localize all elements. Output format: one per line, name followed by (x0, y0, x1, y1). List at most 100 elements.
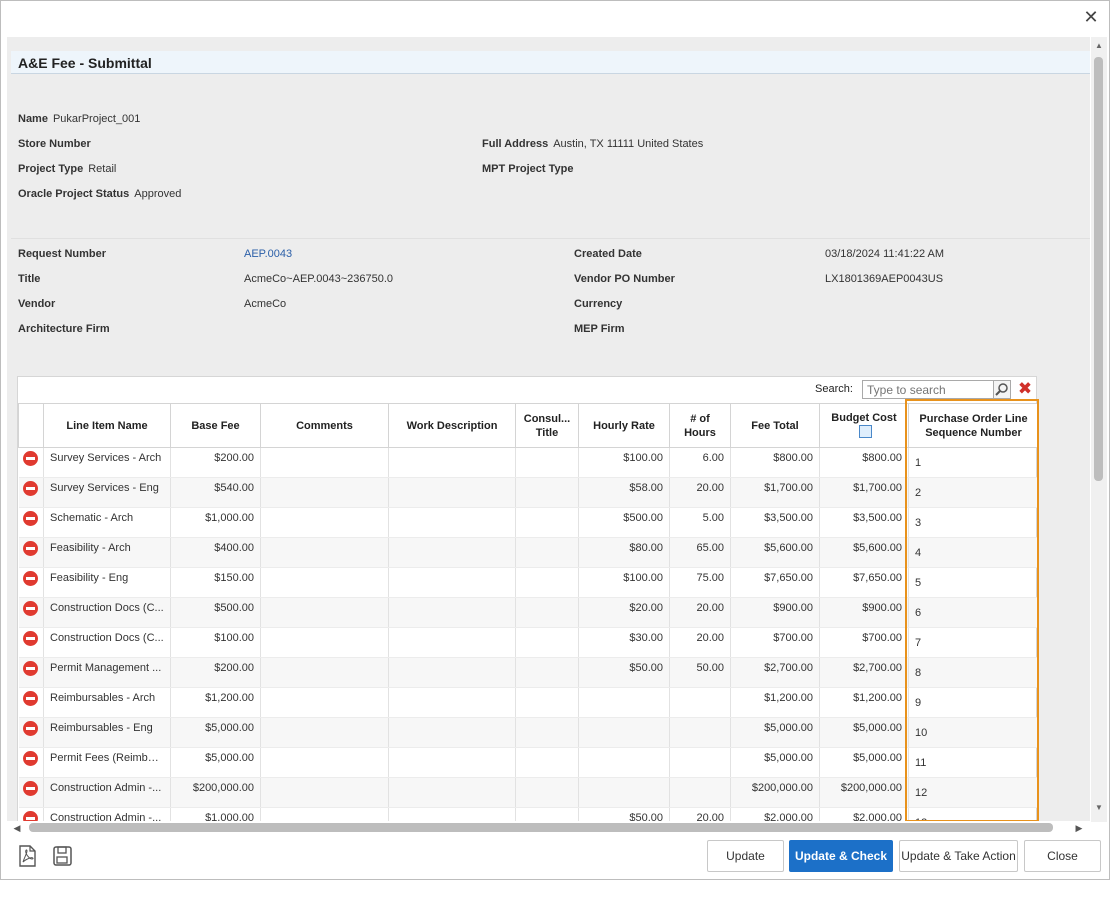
cell-budget-cost[interactable]: $1,700.00 (819, 477, 909, 508)
horizontal-scroll-thumb[interactable] (29, 823, 1053, 832)
header-po-line-sequence[interactable]: Purchase Order Line Sequence Number (908, 403, 1039, 448)
cell-base-fee[interactable]: $1,200.00 (170, 687, 261, 718)
cell-work-description[interactable] (388, 807, 516, 822)
cell-consultant-title[interactable] (515, 687, 579, 718)
remove-row-icon[interactable] (22, 571, 38, 586)
remove-row-icon[interactable] (22, 721, 38, 736)
cell-po-line-sequence[interactable]: 2 (908, 477, 1039, 508)
close-icon[interactable]: ✕ (1081, 7, 1101, 27)
cell-base-fee[interactable]: $200,000.00 (170, 777, 261, 808)
cell-hourly-rate[interactable]: $100.00 (578, 447, 670, 478)
cell-hours[interactable]: 20.00 (669, 597, 731, 628)
cell-comments[interactable] (260, 447, 389, 478)
cell-hours[interactable]: 20.00 (669, 627, 731, 658)
cell-po-line-sequence[interactable]: 8 (908, 657, 1039, 688)
table-row[interactable]: Reimbursables - Arch $1,200.00 $1,200.00 $1… (18, 687, 1039, 718)
cell-fee-total[interactable]: $1,700.00 (730, 477, 820, 508)
remove-row-icon[interactable] (22, 541, 38, 556)
cell-hourly-rate[interactable] (578, 687, 670, 718)
cell-work-description[interactable] (388, 507, 516, 538)
cell-budget-cost[interactable]: $700.00 (819, 627, 909, 658)
table-row[interactable]: Survey Services - Arch $200.00 $100.00 6.00… (18, 447, 1039, 478)
cell-hours[interactable]: 20.00 (669, 807, 731, 822)
table-row[interactable]: Schematic - Arch $1,000.00 $500.00 5.00 $3,5… (18, 507, 1039, 538)
cell-budget-cost[interactable]: $900.00 (819, 597, 909, 628)
search-input[interactable] (862, 380, 994, 399)
cell-line-item-name[interactable]: Reimbursables - Eng (43, 717, 171, 748)
cell-hours[interactable]: 6.00 (669, 447, 731, 478)
project-name-link[interactable]: PukarProject_001 (53, 113, 140, 125)
cell-line-item-name[interactable]: Permit Fees (Reimbur... (43, 747, 171, 778)
cell-consultant-title[interactable] (515, 537, 579, 568)
cell-work-description[interactable] (388, 687, 516, 718)
cell-fee-total[interactable]: $5,000.00 (730, 717, 820, 748)
cell-line-item-name[interactable]: Permit Management ... (43, 657, 171, 688)
cell-line-item-name[interactable]: Survey Services - Eng (43, 477, 171, 508)
cell-consultant-title[interactable] (515, 567, 579, 598)
cell-base-fee[interactable]: $1,000.00 (170, 507, 261, 538)
vertical-scroll-thumb[interactable] (1094, 57, 1103, 481)
cell-line-item-name[interactable]: Schematic - Arch (43, 507, 171, 538)
update-check-in-button[interactable]: Update & Check in (789, 840, 893, 893)
cell-hourly-rate[interactable]: $50.00 (578, 657, 670, 688)
cell-line-item-name[interactable]: Feasibility - Eng (43, 567, 171, 598)
cell-fee-total[interactable]: $5,000.00 (730, 747, 820, 778)
remove-row-icon[interactable] (22, 691, 38, 706)
cell-budget-cost[interactable]: $800.00 (819, 447, 909, 478)
cell-comments[interactable] (260, 687, 389, 718)
table-row[interactable]: Construction Admin -... $1,000.00 $50.00 20… (18, 807, 1039, 822)
scroll-up-icon[interactable]: ▲ (1094, 41, 1104, 51)
budget-cost-icon[interactable] (858, 425, 872, 438)
cell-hourly-rate[interactable]: $30.00 (578, 627, 670, 658)
cell-base-fee[interactable]: $540.00 (170, 477, 261, 508)
cell-comments[interactable] (260, 777, 389, 808)
cell-po-line-sequence[interactable]: 3 (908, 507, 1039, 538)
header-hourly-rate[interactable]: Hourly Rate (578, 403, 670, 448)
cell-po-line-sequence[interactable]: 11 (908, 747, 1039, 778)
cell-hourly-rate[interactable]: $100.00 (578, 567, 670, 598)
cell-fee-total[interactable]: $3,500.00 (730, 507, 820, 538)
cell-consultant-title[interactable] (515, 597, 579, 628)
vertical-scrollbar[interactable]: ▲ ▼ (1091, 37, 1107, 822)
cell-consultant-title[interactable] (515, 477, 579, 508)
cell-comments[interactable] (260, 477, 389, 508)
cell-budget-cost[interactable]: $200,000.00 (819, 777, 909, 808)
cell-hourly-rate[interactable] (578, 777, 670, 808)
cell-line-item-name[interactable]: Reimbursables - Arch (43, 687, 171, 718)
search-icon[interactable] (994, 380, 1011, 399)
update-button[interactable]: Update (707, 840, 784, 872)
cell-po-line-sequence[interactable]: 10 (908, 717, 1039, 748)
cell-hourly-rate[interactable]: $58.00 (578, 477, 670, 508)
cell-hours[interactable]: 65.00 (669, 537, 731, 568)
cell-comments[interactable] (260, 597, 389, 628)
cell-work-description[interactable] (388, 777, 516, 808)
cell-base-fee[interactable]: $5,000.00 (170, 717, 261, 748)
cell-po-line-sequence[interactable]: 7 (908, 627, 1039, 658)
cell-work-description[interactable] (388, 717, 516, 748)
header-fee-total[interactable]: Fee Total (730, 403, 820, 448)
remove-row-icon[interactable] (22, 601, 38, 616)
table-row[interactable]: Permit Fees (Reimbur... $5,000.00 $5,000.0… (18, 747, 1039, 778)
header-budget-cost[interactable]: Budget Cost (819, 403, 909, 448)
cell-line-item-name[interactable]: Construction Admin -... (43, 777, 171, 808)
scroll-left-icon[interactable]: ◀ (11, 821, 23, 835)
cell-fee-total[interactable]: $700.00 (730, 627, 820, 658)
cell-hours[interactable] (669, 687, 731, 718)
cell-po-line-sequence[interactable]: 4 (908, 537, 1039, 568)
remove-row-icon[interactable] (22, 631, 38, 646)
cell-base-fee[interactable]: $1,000.00 (170, 807, 261, 822)
cell-line-item-name[interactable]: Feasibility - Arch (43, 537, 171, 568)
table-row[interactable]: Construction Docs (C... $500.00 $20.00 20.0… (18, 597, 1039, 628)
remove-row-icon[interactable] (22, 451, 38, 466)
cell-hourly-rate[interactable]: $500.00 (578, 507, 670, 538)
cell-work-description[interactable] (388, 657, 516, 688)
cell-po-line-sequence[interactable]: 1 (908, 447, 1039, 478)
cell-work-description[interactable] (388, 597, 516, 628)
cell-hours[interactable] (669, 777, 731, 808)
cell-budget-cost[interactable]: $3,500.00 (819, 507, 909, 538)
update-take-action-button[interactable]: Update & Take Action (899, 840, 1018, 872)
scroll-right-icon[interactable]: ▶ (1073, 821, 1085, 835)
save-icon[interactable] (52, 845, 72, 867)
cell-base-fee[interactable]: $150.00 (170, 567, 261, 598)
cell-work-description[interactable] (388, 747, 516, 778)
